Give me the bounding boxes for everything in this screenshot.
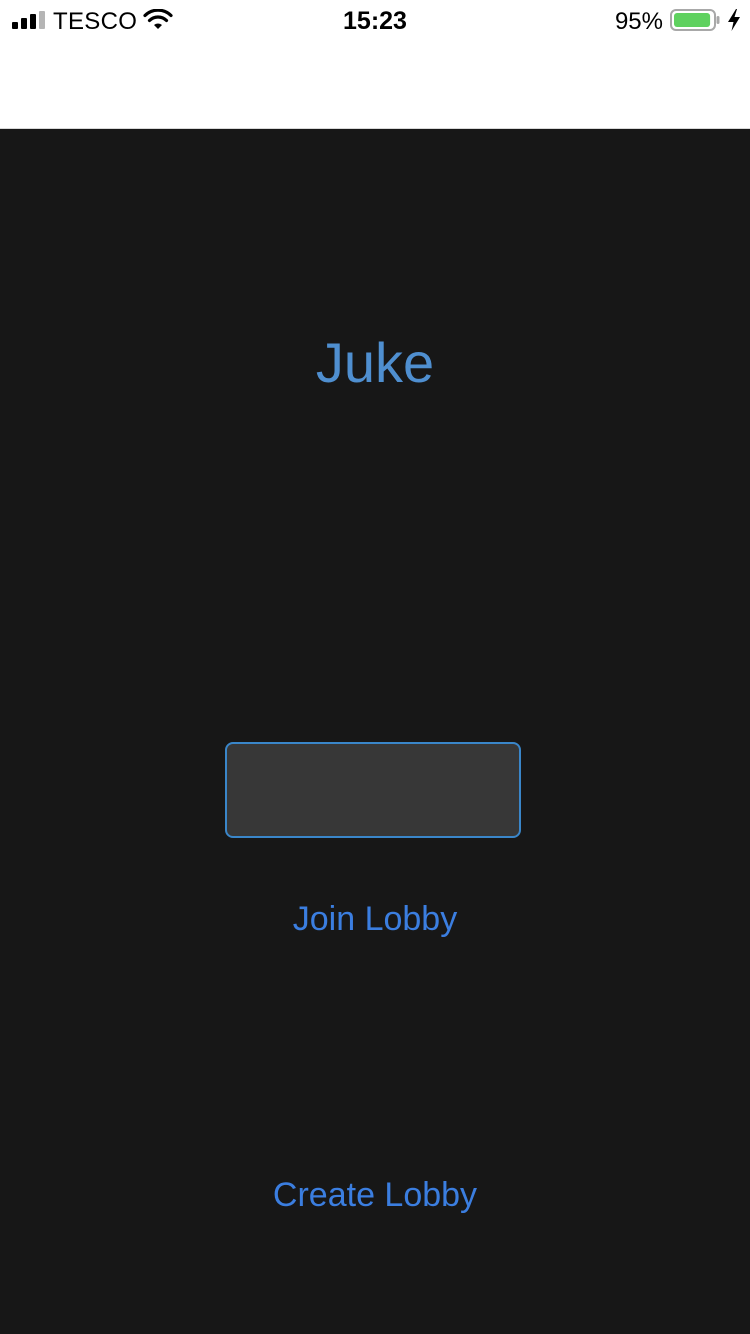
navigation-bar [0,40,750,129]
app-screen: TESCO 15:23 95% Juke Join Lobby Create L… [0,0,750,1334]
battery-percentage: 95% [614,8,663,35]
app-title: Juke [315,331,435,394]
charging-bolt-icon [728,9,740,31]
status-bar: TESCO 15:23 95% [0,0,750,40]
create-lobby-button[interactable]: Create Lobby [0,1176,750,1215]
battery-level-fill [674,13,711,27]
lobby-code-input[interactable] [225,742,521,838]
join-lobby-button[interactable]: Join Lobby [0,900,750,939]
battery-icon [670,9,720,31]
